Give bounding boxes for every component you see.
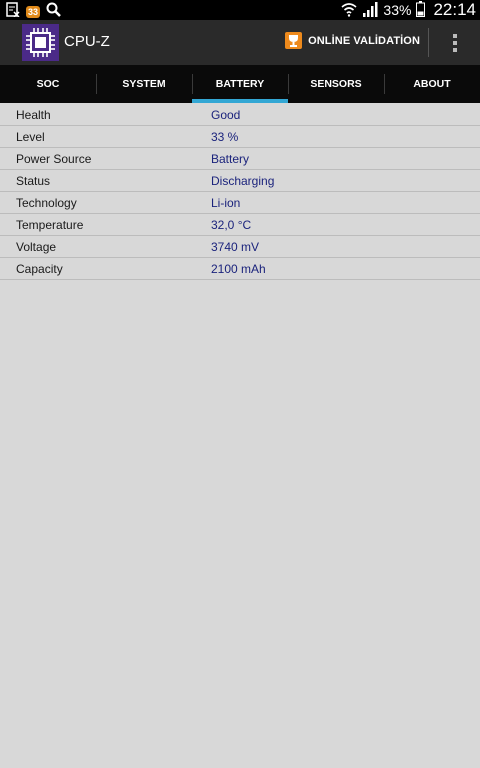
row-value: 32,0 °C	[211, 218, 252, 232]
battery-row-status: Status Discharging	[0, 170, 480, 192]
row-label: Level	[16, 130, 45, 144]
battery-icon	[416, 0, 426, 20]
tab-bar: SOC SYSTEM BATTERY SENSORS ABOUT	[0, 65, 480, 103]
search-icon	[46, 2, 61, 22]
battery-percent: 33%	[383, 2, 412, 18]
row-value: 33 %	[211, 130, 239, 144]
row-value: Discharging	[211, 174, 275, 188]
tab-label: SOC	[36, 78, 60, 90]
action-bar: CPU-Z ONLİNE VALİDATİON	[0, 20, 480, 65]
row-label: Capacity	[16, 262, 63, 276]
row-value: 2100 mAh	[211, 262, 266, 276]
battery-row-power-source: Power Source Battery	[0, 148, 480, 170]
row-label: Health	[16, 108, 51, 122]
online-validation-label: ONLİNE VALİDATİON	[308, 34, 420, 47]
overflow-menu-icon[interactable]	[448, 28, 462, 57]
battery-row-technology: Technology Li-ion	[0, 192, 480, 214]
signal-icon	[362, 1, 378, 20]
notification-icons: 33	[6, 2, 61, 22]
tab-label: SENSORS	[310, 78, 362, 90]
system-status: 33% 22:14	[341, 0, 476, 20]
battery-row-health: Health Good	[0, 104, 480, 126]
row-label: Power Source	[16, 152, 92, 166]
tab-battery[interactable]: BATTERY	[192, 65, 288, 103]
battery-row-temperature: Temperature 32,0 °C	[0, 214, 480, 236]
notification-badge: 33	[26, 6, 41, 18]
app-title: CPU-Z	[64, 33, 110, 50]
battery-info-table: Health Good Level 33 % Power Source Battery…	[0, 104, 480, 280]
wifi-icon	[341, 1, 357, 20]
tab-soc[interactable]: SOC	[0, 65, 96, 103]
status-bar: 33 33% 22:14	[0, 0, 480, 20]
tab-label: SYSTEM	[122, 78, 166, 90]
online-validation-button[interactable]: ONLİNE VALİDATİON	[285, 32, 420, 49]
battery-row-capacity: Capacity 2100 mAh	[0, 258, 480, 280]
cpu-chip-icon[interactable]	[22, 24, 59, 61]
row-value: Li-ion	[211, 196, 241, 210]
row-label: Voltage	[16, 240, 57, 254]
clipboard-x-icon	[6, 2, 20, 22]
action-bar-divider	[428, 28, 429, 57]
row-label: Status	[16, 174, 51, 188]
row-label: Temperature	[16, 218, 84, 232]
battery-row-level: Level 33 %	[0, 126, 480, 148]
row-value: Good	[211, 108, 241, 122]
trophy-icon	[285, 32, 303, 49]
row-label: Technology	[16, 196, 77, 210]
tab-label: ABOUT	[413, 78, 451, 90]
tab-system[interactable]: SYSTEM	[96, 65, 192, 103]
row-value: 3740 mV	[211, 240, 260, 254]
tab-sensors[interactable]: SENSORS	[288, 65, 384, 103]
row-value: Battery	[211, 152, 250, 166]
tab-label: BATTERY	[215, 78, 265, 90]
tab-about[interactable]: ABOUT	[384, 65, 480, 103]
clock: 22:14	[433, 0, 476, 19]
battery-row-voltage: Voltage 3740 mV	[0, 236, 480, 258]
